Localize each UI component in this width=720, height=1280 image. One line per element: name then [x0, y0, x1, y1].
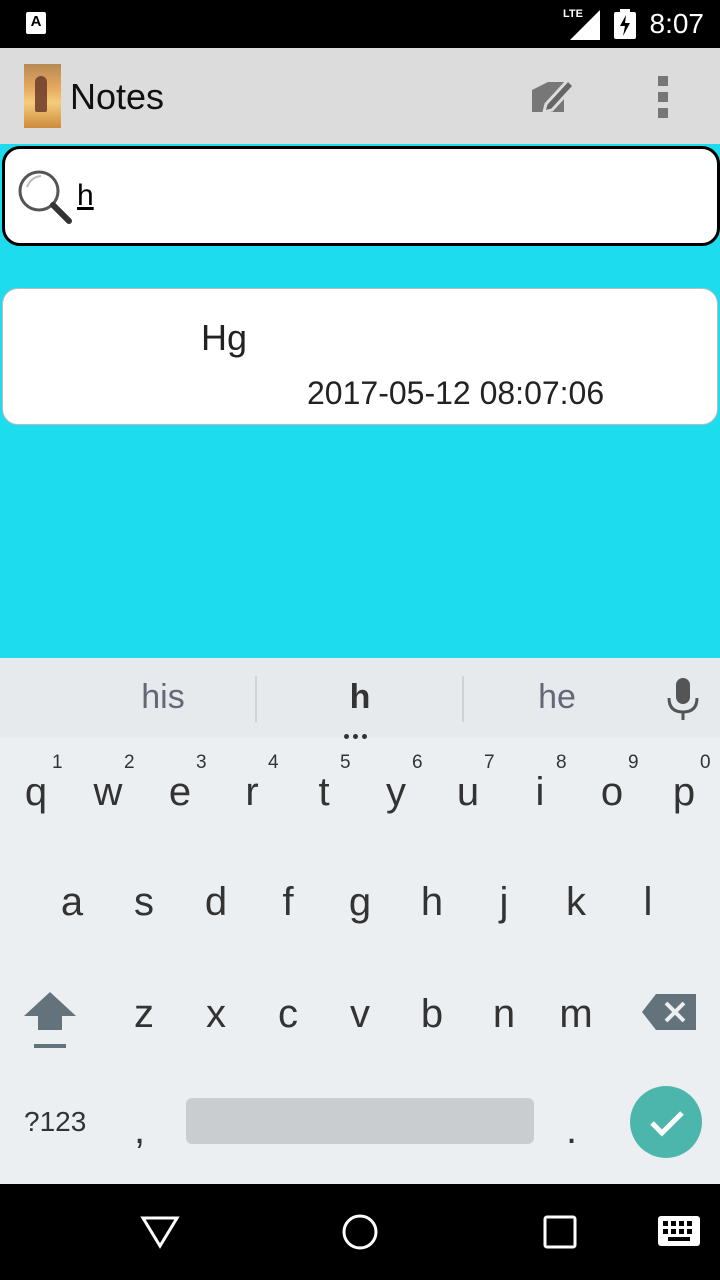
notification-icon: A [26, 12, 46, 34]
navigation-bar [0, 1184, 720, 1280]
key-v[interactable]: v [324, 992, 396, 1037]
keyboard-switch-icon[interactable] [658, 1216, 700, 1246]
key-a[interactable]: a [36, 880, 108, 925]
key-s[interactable]: s [108, 880, 180, 925]
more-suggestions-indicator [344, 726, 374, 739]
search-input[interactable]: h [77, 179, 94, 213]
compose-icon[interactable] [526, 72, 576, 122]
home-icon[interactable] [340, 1212, 380, 1252]
microphone-icon[interactable] [666, 678, 700, 722]
key-j[interactable]: j [468, 880, 540, 925]
key-k[interactable]: k [540, 880, 612, 925]
backspace-icon[interactable] [642, 994, 696, 1030]
key-g[interactable]: g [324, 880, 396, 925]
app-logo [24, 64, 61, 128]
suggestion-right[interactable]: he [490, 678, 624, 717]
signal-icon [570, 10, 600, 40]
status-bar: A LTE 8:07 [0, 0, 720, 48]
suggestion-left[interactable]: his [96, 678, 230, 717]
key-b[interactable]: b [396, 992, 468, 1037]
battery-charging-icon [614, 9, 636, 39]
search-field[interactable]: h [2, 146, 720, 246]
key-n[interactable]: n [468, 992, 540, 1037]
app-bar: Notes [0, 48, 720, 144]
key-c[interactable]: c [252, 992, 324, 1037]
key-d[interactable]: d [180, 880, 252, 925]
symbols-key[interactable]: ?123 [24, 1106, 86, 1138]
key-z[interactable]: z [108, 992, 180, 1037]
search-icon [18, 170, 72, 224]
key-h[interactable]: h [396, 880, 468, 925]
soft-keyboard: his h he 1q 2w 3e 4r 5t 6y 7u 8i 9o 0p a… [0, 658, 720, 1184]
app-title: Notes [70, 76, 165, 117]
space-bar[interactable] [186, 1098, 534, 1144]
suggestion-center[interactable]: h [290, 678, 430, 717]
recent-apps-icon[interactable] [542, 1214, 578, 1250]
note-title: Hg [201, 317, 248, 358]
check-icon [650, 1111, 684, 1137]
key-m[interactable]: m [540, 992, 612, 1037]
shift-icon[interactable] [22, 992, 78, 1054]
suggestion-strip: his h he [0, 658, 720, 739]
back-icon[interactable] [140, 1212, 180, 1252]
overflow-menu-button[interactable] [648, 72, 678, 122]
key-period[interactable]: . [566, 1108, 577, 1153]
key-f[interactable]: f [252, 880, 324, 925]
list-item[interactable]: Hg 2017-05-12 08:07:06 [2, 288, 718, 425]
done-key[interactable] [630, 1086, 702, 1158]
key-x[interactable]: x [180, 992, 252, 1037]
key-comma[interactable]: , [134, 1108, 145, 1153]
note-date: 2017-05-12 08:07:06 [307, 375, 605, 411]
key-l[interactable]: l [612, 880, 684, 925]
clock: 8:07 [649, 8, 705, 39]
